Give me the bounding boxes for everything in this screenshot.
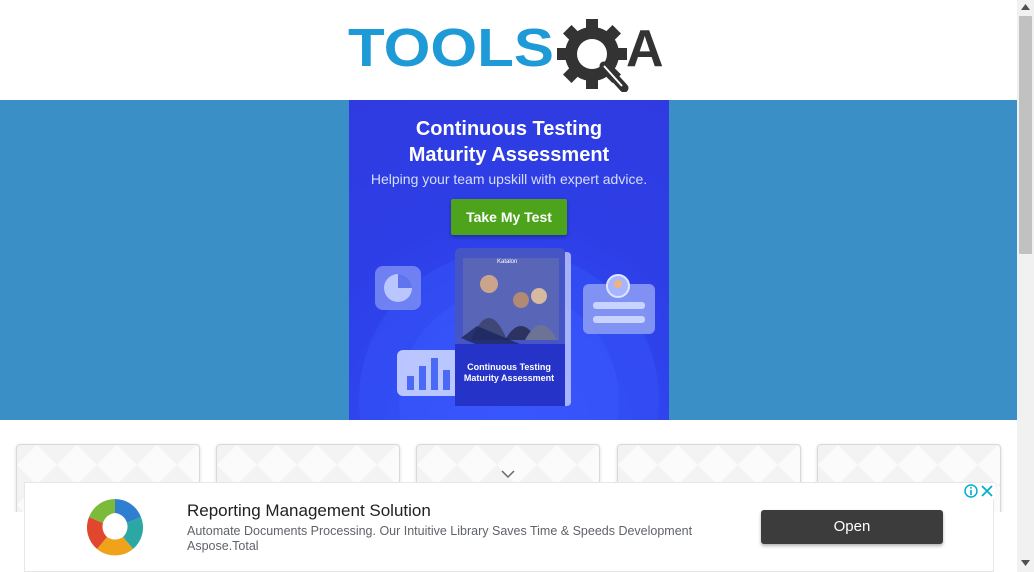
site-header: TOOLS A — [0, 0, 1017, 100]
vertical-scrollbar[interactable] — [1017, 0, 1034, 572]
bottom-ad-brand: Aspose.Total — [187, 539, 259, 553]
assessment-ad[interactable]: Continuous Testing Maturity Assessment H… — [349, 100, 669, 420]
ad-subtitle: Helping your team upskill with expert ad… — [370, 171, 648, 187]
bar-chart-icon — [397, 350, 465, 396]
ad-cover-title-line-1: Continuous Testing — [467, 362, 551, 372]
ad-brand-mark: Katalon — [497, 259, 518, 265]
open-button[interactable]: Open — [761, 510, 943, 544]
take-my-test-button[interactable]: Take My Test — [451, 199, 567, 235]
logo-text-a: A — [626, 20, 664, 78]
ad-cover-title: Continuous Testing Maturity Assessment — [457, 362, 561, 384]
scroll-up-arrow-icon[interactable] — [1021, 4, 1030, 10]
logo-text-tools: TOOLS — [348, 18, 554, 78]
ad-cover-title-line-2: Maturity Assessment — [463, 373, 555, 383]
scrollbar-thumb[interactable] — [1019, 16, 1032, 254]
scroll-down-arrow-icon[interactable] — [1021, 560, 1030, 566]
close-icon[interactable] — [979, 483, 995, 499]
bottom-ad-title[interactable]: Reporting Management Solution — [187, 501, 431, 521]
chevron-down-icon — [501, 470, 515, 479]
ad-title-line-2: Maturity Assessment — [408, 144, 610, 166]
pie-chart-icon — [375, 266, 421, 310]
ad-choices — [963, 483, 995, 499]
ad-title-line-1: Continuous Testing — [415, 118, 603, 140]
info-icon[interactable] — [963, 483, 979, 499]
toolsqa-logo[interactable]: TOOLS A — [348, 14, 672, 92]
gear-magnifier-q-icon — [557, 19, 629, 92]
aspose-logo — [86, 499, 144, 556]
banner-section: Continuous Testing Maturity Assessment H… — [0, 100, 1017, 420]
bottom-ad-panel[interactable]: Reporting Management Solution Automate D… — [24, 482, 995, 572]
bottom-ad-description: Automate Documents Processing. Our Intui… — [187, 524, 693, 538]
page: TOOLS A Continuous Testing Maturity Asse… — [0, 0, 1034, 572]
sticky-bottom-ad: Reporting Management Solution Automate D… — [0, 482, 1017, 572]
